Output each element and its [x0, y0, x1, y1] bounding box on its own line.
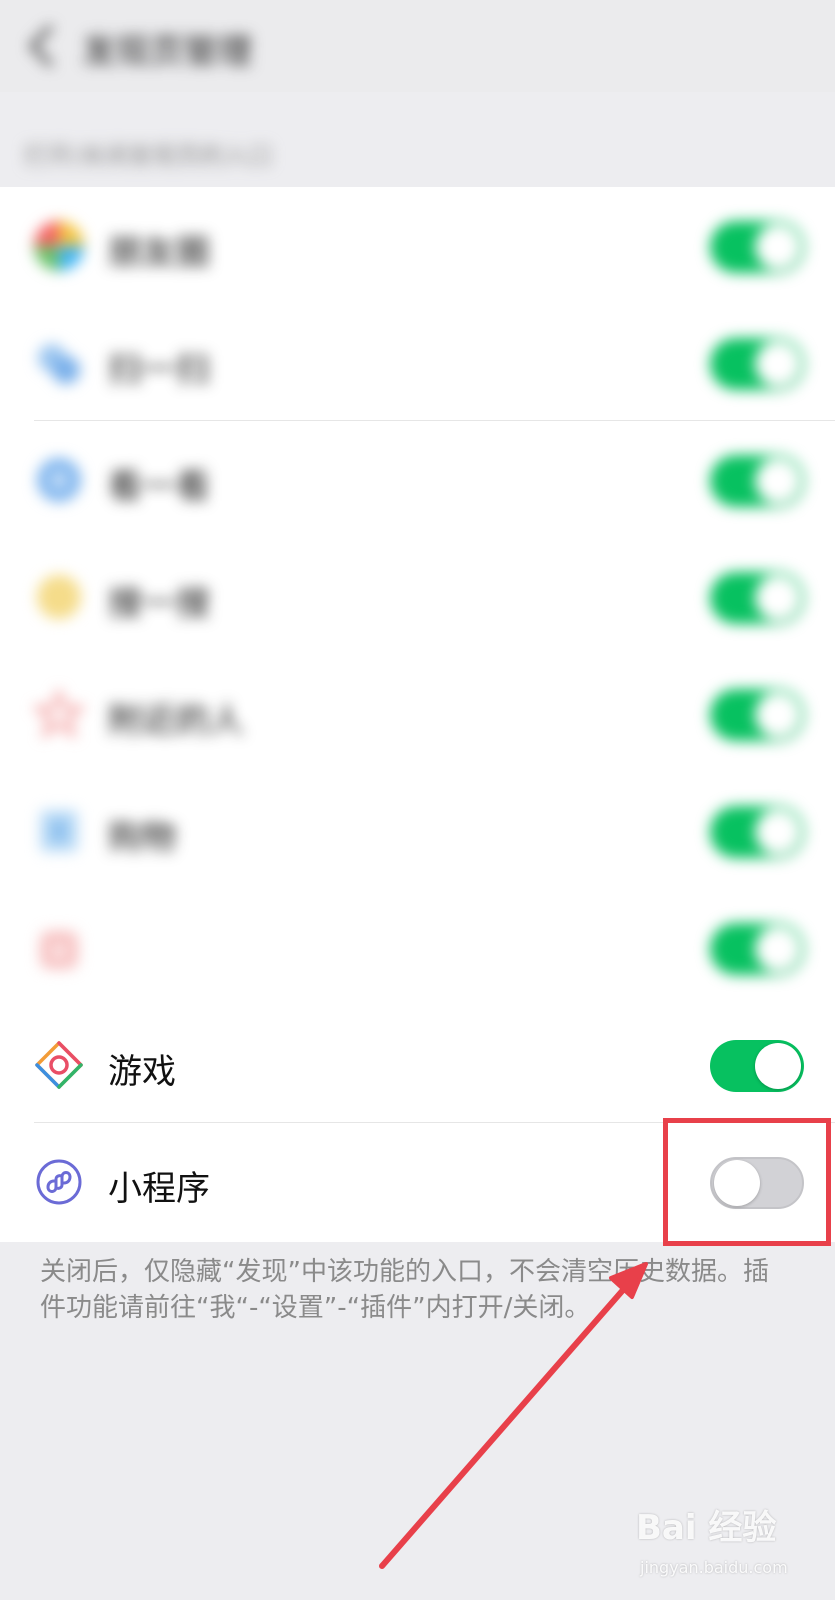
watermark-url: jingyan.baidu.com	[640, 1558, 788, 1577]
watermark: Bai 经验 jingyan.baidu.com	[636, 1500, 826, 1590]
annotation-arrow	[379, 1262, 648, 1569]
watermark-logo-text: Bai 经验	[636, 1508, 777, 1548]
